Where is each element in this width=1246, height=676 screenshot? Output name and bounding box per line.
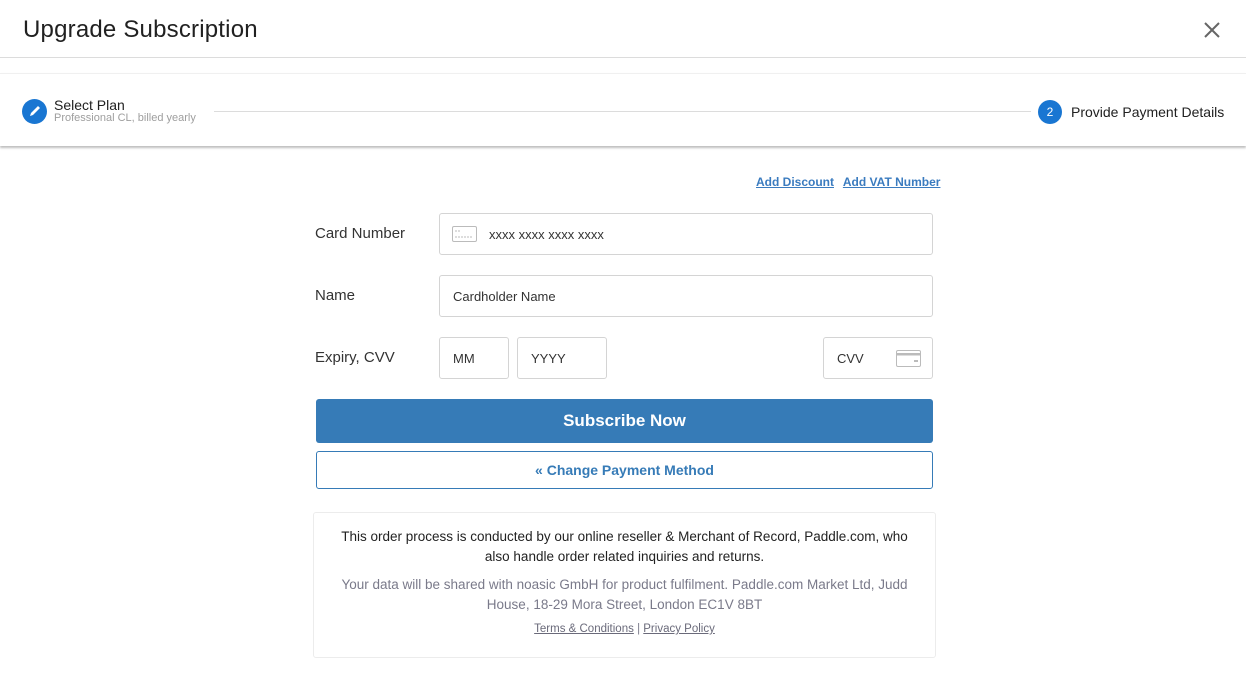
cvv-input[interactable]: CVV xyxy=(823,337,933,379)
expiry-cvv-label: Expiry, CVV xyxy=(315,349,395,366)
card-number-placeholder: xxxx xxxx xxxx xxxx xyxy=(489,226,604,242)
expiry-year-input[interactable]: YYYY xyxy=(517,337,607,379)
card-number-label: Card Number xyxy=(315,225,406,242)
expiry-month-input[interactable]: MM xyxy=(439,337,509,379)
dialog-title: Upgrade Subscription xyxy=(23,16,258,43)
close-icon[interactable] xyxy=(1200,18,1224,42)
expiry-month-placeholder: MM xyxy=(453,350,475,366)
merchant-notice: This order process is conducted by our o… xyxy=(313,512,936,658)
step-payment-details: 2 Provide Payment Details xyxy=(1038,100,1224,124)
add-discount-link[interactable]: Add Discount xyxy=(756,175,834,189)
link-separator: | xyxy=(637,623,641,635)
cardholder-name-input[interactable]: Cardholder Name xyxy=(439,275,933,317)
step-sublabel: Professional CL, billed yearly xyxy=(54,112,196,124)
dialog-header: Upgrade Subscription xyxy=(0,0,1246,58)
add-vat-number-link[interactable]: Add VAT Number xyxy=(843,175,941,189)
subscribe-now-button[interactable]: Subscribe Now xyxy=(316,399,933,443)
extra-links: Add Discount Add VAT Number xyxy=(756,175,946,189)
step-select-plan[interactable]: Select Plan Professional CL, billed year… xyxy=(22,98,196,124)
card-back-icon xyxy=(896,350,921,367)
terms-conditions-link[interactable]: Terms & Conditions xyxy=(534,623,634,635)
change-payment-method-button[interactable]: « Change Payment Method xyxy=(316,451,933,489)
data-sharing-text: Your data will be shared with noasic Gmb… xyxy=(341,577,908,612)
edit-pencil-icon xyxy=(22,98,47,124)
privacy-policy-link[interactable]: Privacy Policy xyxy=(643,623,715,635)
expiry-year-placeholder: YYYY xyxy=(531,350,566,366)
cardholder-name-placeholder: Cardholder Name xyxy=(453,288,556,304)
name-label: Name xyxy=(315,287,356,304)
step-connector xyxy=(214,111,1031,112)
stepper: Select Plan Professional CL, billed year… xyxy=(0,73,1246,146)
step-number-badge: 2 xyxy=(1038,100,1062,124)
merchant-notice-text: This order process is conducted by our o… xyxy=(341,529,908,564)
step-title: Select Plan xyxy=(54,97,125,113)
step-title: Provide Payment Details xyxy=(1071,104,1225,120)
credit-card-icon xyxy=(452,226,477,242)
card-number-input[interactable]: xxxx xxxx xxxx xxxx xyxy=(439,213,933,255)
cvv-placeholder: CVV xyxy=(837,350,864,366)
